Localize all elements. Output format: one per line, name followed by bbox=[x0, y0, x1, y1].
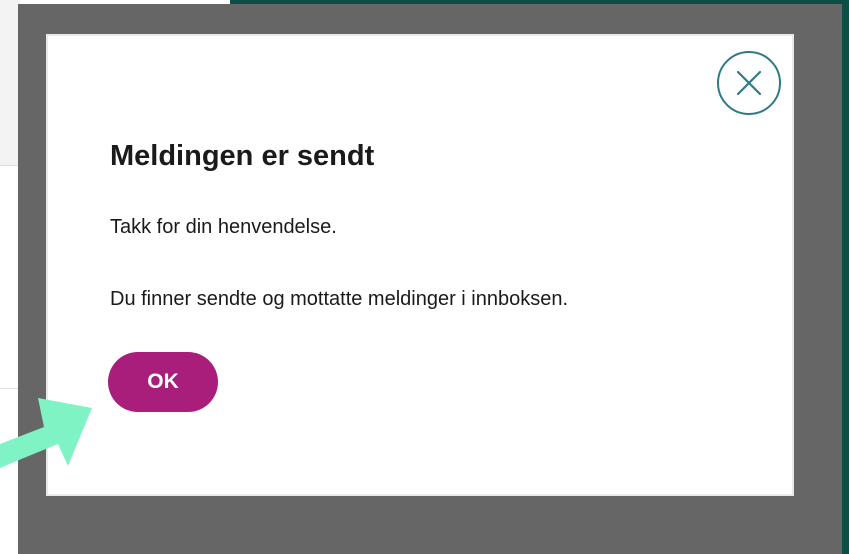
background-divider bbox=[0, 165, 20, 166]
dialog-message-thanks: Takk for din henvendelse. bbox=[110, 216, 337, 238]
dialog-title: Meldingen er sendt bbox=[110, 140, 375, 172]
close-icon bbox=[736, 70, 762, 96]
message-sent-dialog: Meldingen er sendt Takk for din henvende… bbox=[46, 34, 794, 496]
background-header-band bbox=[0, 0, 20, 165]
ok-button[interactable]: OK bbox=[108, 352, 218, 412]
background-right-strip bbox=[842, 0, 849, 554]
dialog-message-inbox: Du finner sendte og mottatte meldinger i… bbox=[110, 288, 569, 310]
background-divider bbox=[0, 388, 20, 389]
close-button[interactable] bbox=[717, 51, 781, 115]
